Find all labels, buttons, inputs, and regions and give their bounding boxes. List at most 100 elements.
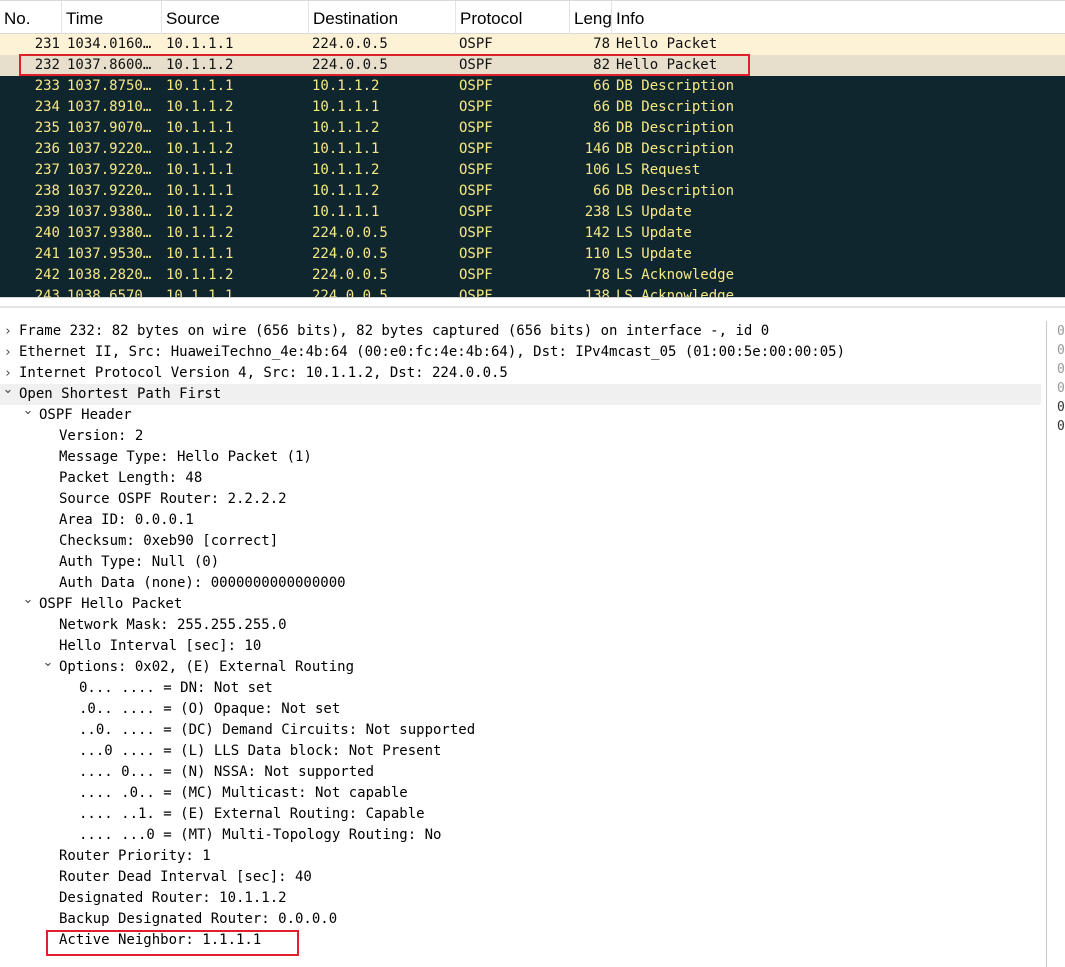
detail-tree-text: Router Priority: 1 [59,848,211,864]
detail-tree-item[interactable]: .0.. .... = (O) Opaque: Not set [0,699,1041,720]
chevron-down-icon[interactable]: ⌄ [21,400,35,421]
packet-row[interactable]: 239 1037.9380… 10.1.1.2 10.1.1.1 OSPF 238 LS U… [0,202,1065,223]
detail-tree-item[interactable]: .... ..1. = (E) External Routing: Capabl… [0,804,1041,825]
cell-protocol: OSPF [459,225,493,241]
cell-time: 1038.6570… [67,288,152,297]
chevron-right-icon[interactable]: › [1,321,15,342]
detail-tree-item[interactable]: Packet Length: 48 [0,468,1041,489]
column-header-no[interactable]: No. [0,1,62,34]
detail-tree-item[interactable]: 0... .... = DN: Not set [0,678,1041,699]
detail-tree-item[interactable]: Network Mask: 255.255.255.0 [0,615,1041,636]
byte-offset-row: 0 [1057,343,1065,358]
cell-info: DB Description [616,141,735,157]
chevron-down-icon[interactable]: ⌄ [1,379,15,400]
detail-tree-item[interactable]: ...0 .... = (L) LLS Data block: Not Pres… [0,741,1041,762]
cell-time: 1037.8750… [67,78,152,94]
detail-tree-item[interactable]: Backup Designated Router: 0.0.0.0 [0,909,1041,930]
detail-tree-item[interactable]: › Internet Protocol Version 4, Src: 10.1.… [0,363,1041,384]
detail-tree-item[interactable]: Active Neighbor: 1.1.1.1 [0,930,1041,951]
cell-protocol: OSPF [459,162,493,178]
packet-row[interactable]: 241 1037.9530… 10.1.1.1 224.0.0.5 OSPF 110 LS … [0,244,1065,265]
detail-tree-item[interactable]: Checksum: 0xeb90 [correct] [0,531,1041,552]
column-header-protocol[interactable]: Protocol [456,1,570,34]
packet-row[interactable]: 240 1037.9380… 10.1.1.2 224.0.0.5 OSPF 142 LS … [0,223,1065,244]
cell-info: LS Acknowledge [616,288,735,297]
packet-row[interactable]: 237 1037.9220… 10.1.1.1 10.1.1.2 OSPF 106 LS R… [0,160,1065,181]
column-header-time[interactable]: Time [62,1,162,34]
detail-tree-item[interactable]: Message Type: Hello Packet (1) [0,447,1041,468]
cell-info: DB Description [616,99,735,115]
detail-tree-item[interactable]: ⌄ OSPF Header [0,403,1041,426]
chevron-right-icon[interactable]: › [1,342,15,363]
cell-length: 86 [593,120,610,136]
cell-info: Hello Packet [616,57,718,73]
detail-tree-item[interactable]: .... 0... = (N) NSSA: Not supported [0,762,1041,783]
detail-tree-item[interactable]: Auth Data (none): 0000000000000000 [0,573,1041,594]
packet-list-pane[interactable]: No. Time Source Destination Protocol Len… [0,0,1065,297]
cell-source: 10.1.1.2 [166,141,234,157]
packet-list-header: No. Time Source Destination Protocol Len… [0,0,1065,34]
cell-no: 241 [34,246,60,262]
detail-tree-item[interactable]: ⌄ Options: 0x02, (E) External Routing [0,655,1041,678]
detail-tree-item[interactable]: Area ID: 0.0.0.1 [0,510,1041,531]
packet-row-selected[interactable]: 232 1037.8600… 10.1.1.2 224.0.0.5 OSPF 82 Hell… [0,55,1065,76]
cell-source: 10.1.1.1 [166,246,234,262]
detail-tree-text: Router Dead Interval [sec]: 40 [59,869,312,885]
packet-row[interactable]: 236 1037.9220… 10.1.1.2 10.1.1.1 OSPF 146 DB D… [0,139,1065,160]
detail-tree-item[interactable]: Hello Interval [sec]: 10 [0,636,1041,657]
cell-info: LS Acknowledge [616,267,735,283]
cell-length: 66 [593,99,610,115]
cell-length: 78 [593,267,610,283]
detail-tree-text: ..0. .... = (DC) Demand Circuits: Not su… [79,722,476,738]
pane-splitter[interactable] [0,297,1065,318]
packet-row[interactable]: 234 1037.8910… 10.1.1.2 10.1.1.1 OSPF 66 DB De… [0,97,1065,118]
chevron-down-icon[interactable]: ⌄ [21,589,35,610]
column-header-length[interactable]: Leng [570,1,612,34]
cell-destination: 10.1.1.1 [312,99,380,115]
detail-tree-item[interactable]: Auth Type: Null (0) [0,552,1041,573]
detail-tree-item[interactable]: ⌄ Open Shortest Path First [0,382,1041,405]
detail-tree-item[interactable]: ..0. .... = (DC) Demand Circuits: Not su… [0,720,1041,741]
detail-tree-item[interactable]: › Frame 232: 82 bytes on wire (656 bits),… [0,321,1041,342]
detail-tree-item[interactable]: .... ...0 = (MT) Multi-Topology Routing:… [0,825,1041,846]
cell-source: 10.1.1.2 [166,204,234,220]
cell-protocol: OSPF [459,183,493,199]
packet-row[interactable]: 233 1037.8750… 10.1.1.1 10.1.1.2 OSPF 66 DB De… [0,76,1065,97]
cell-destination: 224.0.0.5 [312,288,388,297]
packet-row[interactable]: 242 1038.2820… 10.1.1.2 224.0.0.5 OSPF 78 LS A… [0,265,1065,286]
detail-tree-item[interactable]: Router Dead Interval [sec]: 40 [0,867,1041,888]
byte-offset-row: 0 [1057,400,1065,415]
detail-tree-text: .... ..1. = (E) External Routing: Capabl… [79,806,425,822]
detail-tree-text: Backup Designated Router: 0.0.0.0 [59,911,338,927]
packet-bytes-pane[interactable]: 0 0 0 0 0 0 [1046,321,1065,967]
packet-details-pane[interactable]: › Frame 232: 82 bytes on wire (656 bits),… [0,321,1041,967]
detail-tree-item[interactable]: Router Priority: 1 [0,846,1041,867]
cell-no: 232 [34,57,60,73]
cell-time: 1037.8600… [67,57,152,73]
packet-row[interactable]: 238 1037.9220… 10.1.1.1 10.1.1.2 OSPF 66 DB De… [0,181,1065,202]
detail-tree-item[interactable]: Source OSPF Router: 2.2.2.2 [0,489,1041,510]
cell-length: 66 [593,78,610,94]
cell-protocol: OSPF [459,141,493,157]
chevron-down-icon[interactable]: ⌄ [41,652,55,673]
cell-protocol: OSPF [459,120,493,136]
column-header-source[interactable]: Source [162,1,309,34]
detail-tree-text: OSPF Header [39,407,132,423]
cell-time: 1037.9380… [67,225,152,241]
detail-tree-item[interactable]: › Ethernet II, Src: HuaweiTechno_4e:4b:64… [0,342,1041,363]
cell-destination: 224.0.0.5 [312,267,388,283]
packet-row[interactable]: 235 1037.9070… 10.1.1.1 10.1.1.2 OSPF 86 DB De… [0,118,1065,139]
detail-tree-text: Auth Data (none): 0000000000000000 [59,575,346,591]
detail-tree-item[interactable]: ⌄ OSPF Hello Packet [0,592,1041,615]
packet-row[interactable]: 243 1038.6570… 10.1.1.1 224.0.0.5 OSPF 138 LS … [0,286,1065,297]
detail-tree-item[interactable]: Version: 2 [0,426,1041,447]
column-header-info[interactable]: Info [612,1,1065,34]
detail-tree-item[interactable]: .... .0.. = (MC) Multicast: Not capable [0,783,1041,804]
cell-time: 1037.9220… [67,183,152,199]
detail-tree-text: .... .0.. = (MC) Multicast: Not capable [79,785,408,801]
packet-row[interactable]: 231 1034.0160… 10.1.1.1 224.0.0.5 OSPF 78 Hell… [0,34,1065,55]
detail-tree-item[interactable]: Designated Router: 10.1.1.2 [0,888,1041,909]
column-header-destination[interactable]: Destination [309,1,456,34]
detail-tree-text: Ethernet II, Src: HuaweiTechno_4e:4b:64 … [19,344,846,360]
cell-destination: 224.0.0.5 [312,246,388,262]
